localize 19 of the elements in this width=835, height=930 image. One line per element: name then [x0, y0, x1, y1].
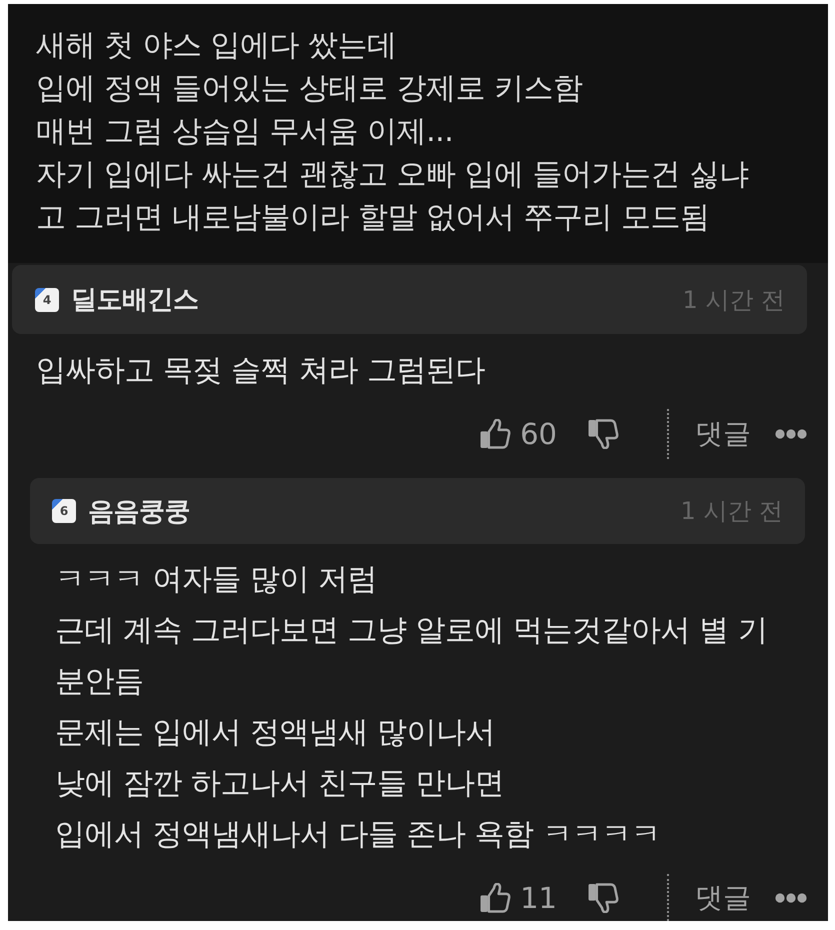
thumbs-down-icon[interactable] — [587, 419, 619, 449]
reply-link[interactable]: 댓글 — [695, 878, 751, 916]
thumbs-up-icon[interactable] — [479, 419, 512, 449]
thumbs-up-icon[interactable] — [479, 882, 512, 912]
comment-text: 입싸하고 목젖 슬쩍 쳐라 그럼된다 — [36, 352, 486, 390]
author-name[interactable]: 딜도배긴스 — [71, 282, 198, 317]
reply-link[interactable]: 댓글 — [695, 415, 751, 453]
more-icon[interactable] — [775, 429, 807, 439]
post-text: 새해 첫 야스 입에다 쌌는데 입에 정액 들어있는 상태로 강제로 키스함 매번 그럼 상습임 무서움 이제... 자기 입에다 싸는건 괜찮고 오빠 입에 들어가는건 싫냐 고 그러면 내로남불이라 할말 없어서 쭈구리 모드됨 — [8, 4, 828, 263]
level-badge: 6 — [52, 499, 76, 523]
thumbs-down-icon[interactable] — [587, 882, 619, 912]
like-count: 11 — [520, 880, 557, 914]
more-icon[interactable] — [775, 892, 807, 902]
level-badge: 4 — [35, 288, 59, 312]
timestamp: 1 시간 전 — [680, 496, 783, 527]
author-name[interactable]: 음음쿵쿵 — [88, 494, 190, 528]
comment-text: ㅋㅋㅋ 여자들 많이 저럼 근데 계속 그러다보면 그냥 알로에 먹는것같아서 별 기 분안듬 문제는 입에서 정액냄새 많이나서 낮에 잠깐 하고나서 친구들 만나면 입에서 정액냄새나서 다들 존나 욕함 ㅋㅋㅋㅋ — [55, 561, 768, 854]
timestamp: 1 시간 전 — [682, 284, 785, 316]
like-count: 60 — [520, 417, 557, 451]
